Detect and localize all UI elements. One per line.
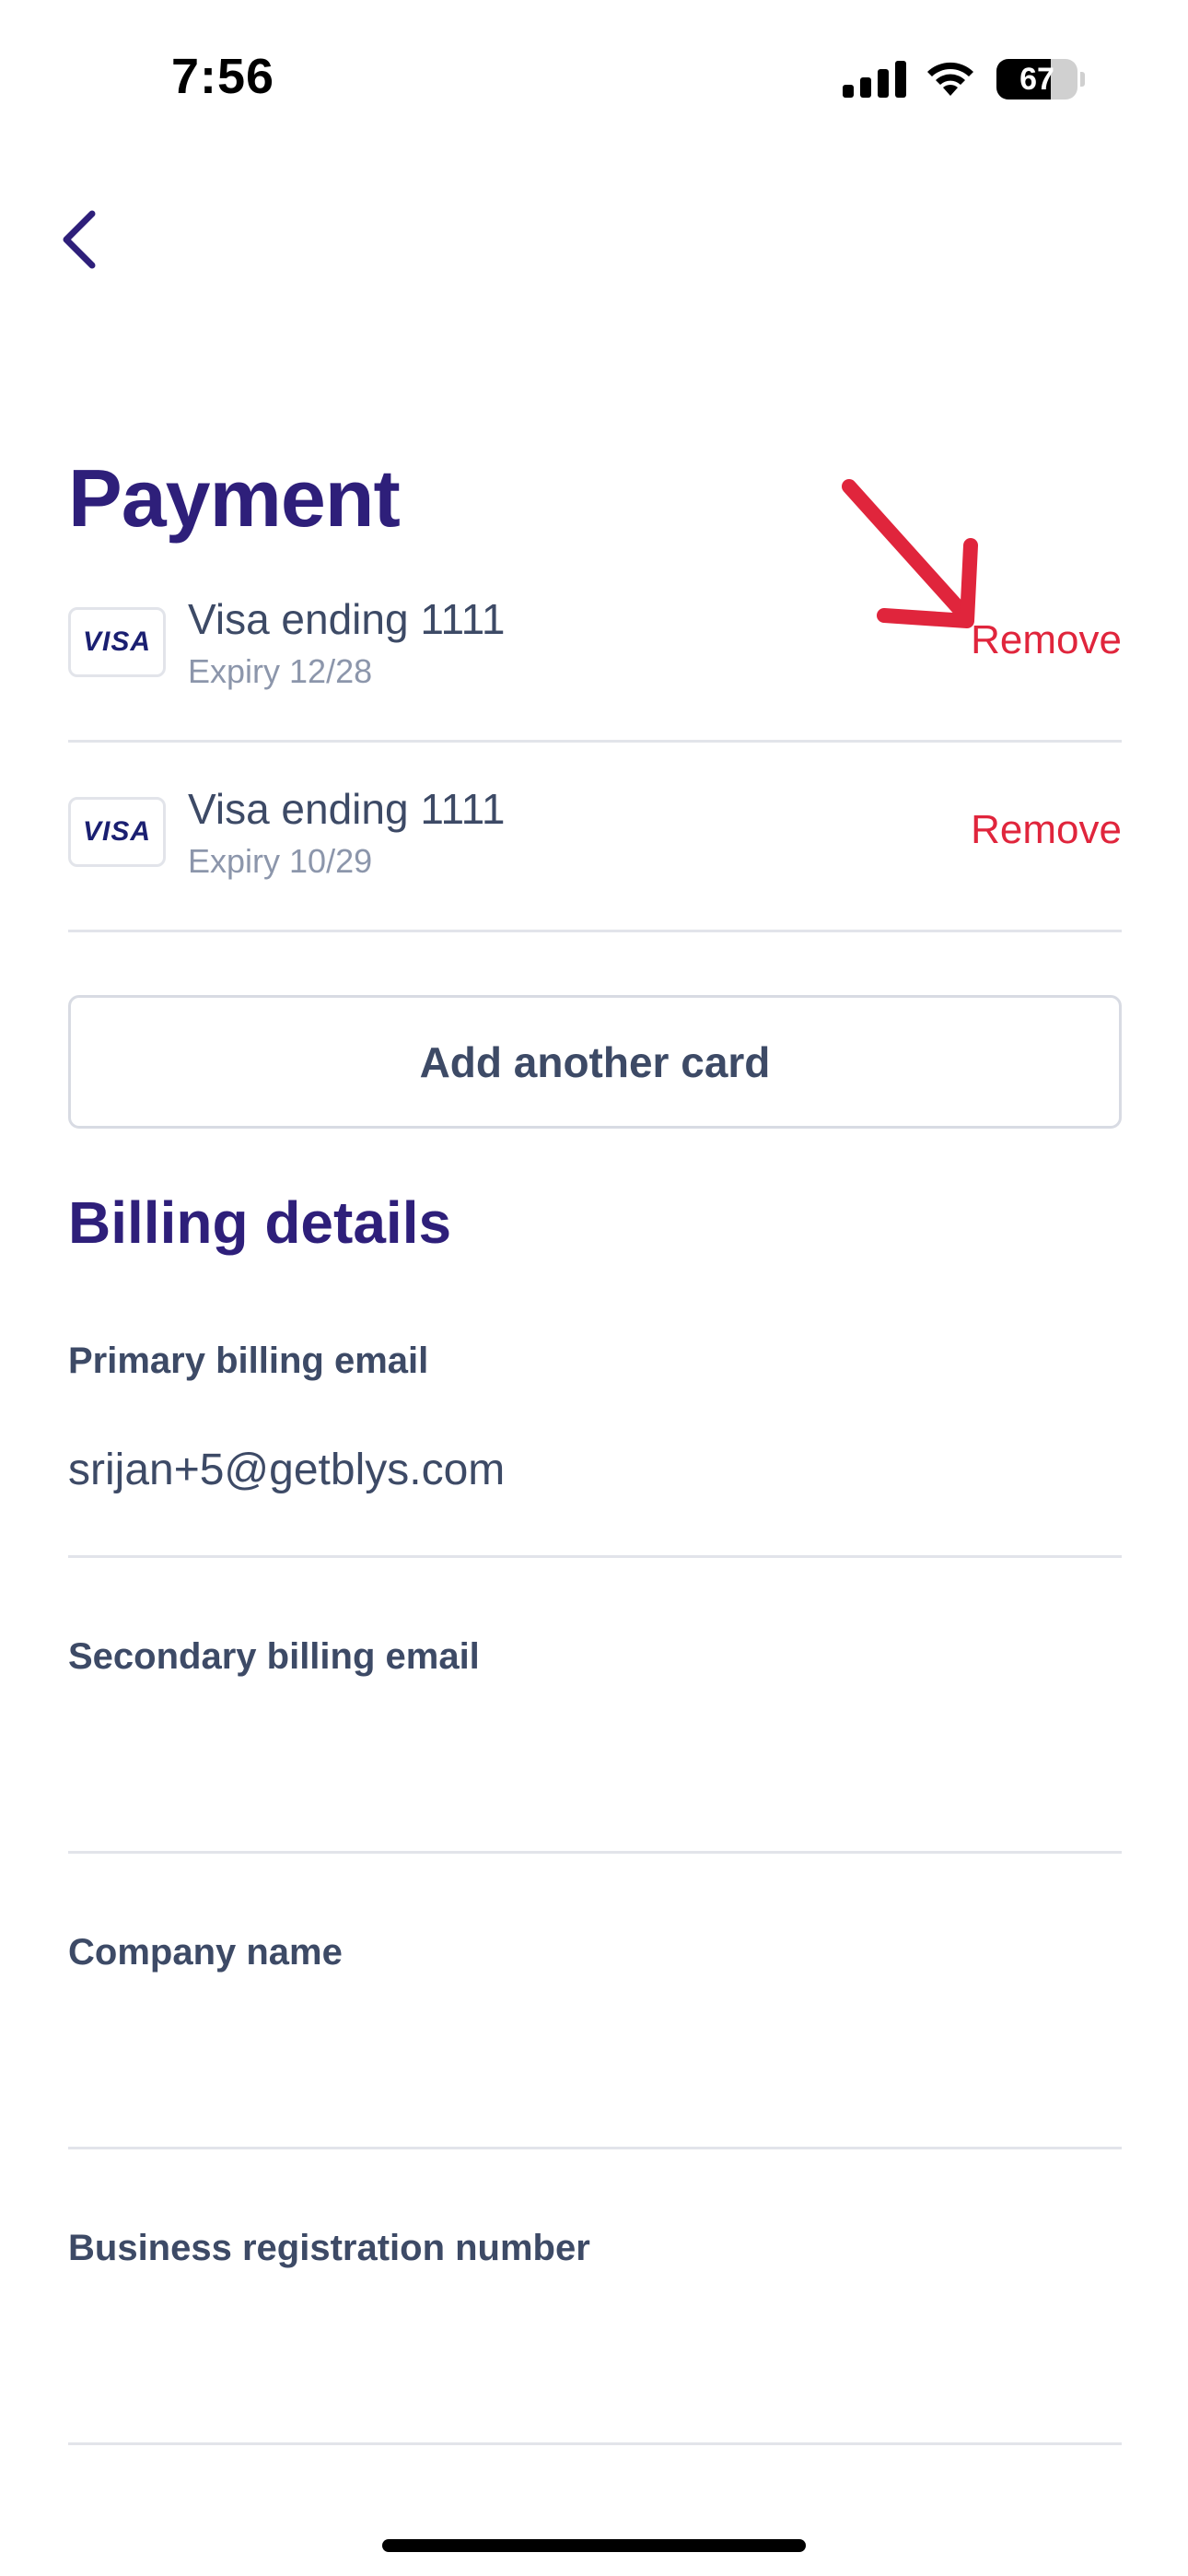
- page-title: Payment: [68, 452, 401, 544]
- chevron-left-icon[interactable]: [52, 203, 107, 276]
- secondary-billing-email-group: Secondary billing email: [68, 1636, 1122, 1854]
- card-name: Visa ending 1111: [188, 595, 506, 643]
- battery-cap: [1080, 72, 1085, 87]
- battery-icon: 67: [996, 59, 1085, 100]
- business-registration-number-group: Business registration number: [68, 2228, 1122, 2445]
- annotation-arrow-icon: [842, 479, 978, 628]
- secondary-billing-email-field[interactable]: [68, 1719, 1122, 1811]
- billing-section-title: Billing details: [68, 1189, 452, 1256]
- company-name-field[interactable]: [68, 2015, 1122, 2107]
- company-name-group: Company name: [68, 1932, 1122, 2149]
- visa-logo-icon: VISA: [68, 607, 166, 677]
- status-time: 7:56: [171, 49, 275, 104]
- card-row: VISA Visa ending 1111 Expiry 10/29 Remov…: [68, 743, 1122, 932]
- business-registration-number-field[interactable]: [68, 2311, 1122, 2403]
- signal-icon: [843, 61, 906, 98]
- battery-body: 67: [996, 59, 1077, 100]
- wifi-icon: [927, 62, 973, 96]
- visa-logo-icon: VISA: [68, 797, 166, 867]
- field-label: Secondary billing email: [68, 1636, 480, 1677]
- card-expiry: Expiry 10/29: [188, 842, 373, 880]
- field-label: Company name: [68, 1932, 343, 1973]
- card-expiry: Expiry 12/28: [188, 652, 373, 690]
- primary-billing-email-field[interactable]: [68, 1423, 1122, 1516]
- card-name: Visa ending 1111: [188, 785, 506, 833]
- add-card-button[interactable]: Add another card: [68, 995, 1122, 1129]
- primary-billing-email-group: Primary billing email: [68, 1341, 1122, 1558]
- status-bar: 7:56 67: [0, 0, 1188, 157]
- remove-card-button[interactable]: Remove: [971, 807, 1122, 853]
- field-label: Primary billing email: [68, 1341, 429, 1381]
- field-label: Business registration number: [68, 2228, 590, 2268]
- home-indicator[interactable]: [382, 2539, 806, 2552]
- battery-level: 67: [1019, 62, 1054, 97]
